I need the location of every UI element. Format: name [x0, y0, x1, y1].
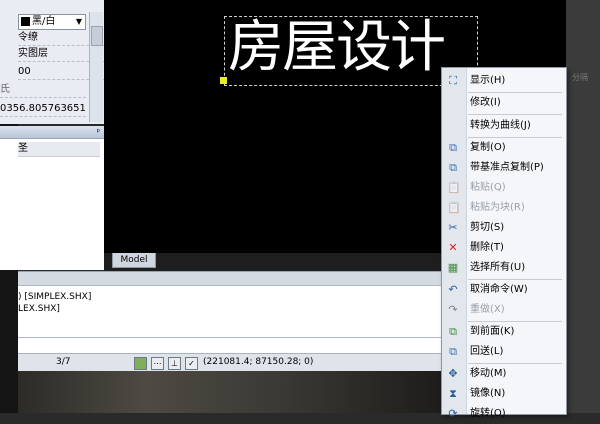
property-row[interactable]: 0356.805763651 [0, 101, 86, 117]
menu-item-label: 修改(I) [470, 97, 501, 108]
mirror-icon: ⧗ [449, 387, 457, 400]
layer-panel: 圣 [0, 139, 105, 270]
menu-item-mirror[interactable]: ⧗ 镜像(N) [442, 384, 566, 404]
redo-icon: ↷ [448, 303, 458, 316]
grip-handle[interactable] [220, 77, 227, 84]
menu-item-undo[interactable]: ↶ 取消命令(W) [442, 280, 566, 300]
menu-item-cut[interactable]: ✂ 剪切(S) [442, 218, 566, 238]
select-all-icon: ▦ [447, 261, 459, 274]
page-indicator: 3/7 [56, 357, 71, 367]
scrollbar-thumb[interactable] [91, 26, 103, 46]
context-menu: ⛶ 显示(H) 修改(I) 转换为曲线(J) ⧉ 复制(O) ⧉ 带基准点复制(… [441, 67, 567, 420]
property-value: 氏 [0, 84, 10, 95]
right-area-label: 分隔 [572, 73, 588, 82]
bring-front-icon: ⧉ [449, 325, 457, 338]
undo-icon: ↶ [448, 283, 458, 296]
menu-item-label: 镜像(N) [470, 388, 506, 399]
menu-item-rotate[interactable]: ⟳ 旋转(O) [442, 404, 566, 424]
selection-box [224, 16, 478, 86]
status-bar: 3/7 ⋯ ⊥ ✓ (221081.4; 87150.28; 0) [18, 353, 444, 372]
menu-item-label: 删除(T) [470, 242, 504, 253]
snap-icon[interactable] [134, 357, 147, 370]
property-value: 令缭 [18, 32, 38, 43]
menu-item-label: 重做(X) [470, 304, 505, 315]
property-value: 00 [18, 66, 31, 77]
send-back-icon: ⧉ [449, 345, 457, 358]
list-item[interactable]: 圣 [18, 142, 100, 157]
color-value: 黑/白 [32, 16, 56, 27]
menu-item-label: 选择所有(U) [470, 262, 526, 273]
chevron-down-icon: ▼ [75, 17, 83, 26]
menu-item-copy[interactable]: ⧉ 复制(O) [442, 138, 566, 158]
ortho-icon[interactable]: ⊥ [168, 357, 181, 370]
properties-scrollbar[interactable] [89, 12, 103, 122]
property-value: 0356.805763651 [0, 103, 86, 114]
osnap-icon[interactable]: ✓ [185, 357, 198, 370]
menu-item-modify[interactable]: 修改(I) [442, 93, 566, 113]
rotate-icon: ⟳ [448, 407, 458, 420]
right-dark-area [566, 0, 600, 413]
menu-item-select-all[interactable]: ▦ 选择所有(U) [442, 258, 566, 278]
move-icon: ✥ [448, 367, 458, 380]
menu-item-label: 粘贴(Q) [470, 182, 506, 193]
menu-separator [468, 114, 562, 115]
menu-item-label: 旋转(O) [470, 408, 506, 419]
scissors-icon: ✂ [448, 221, 458, 234]
paste-block-icon: 📋 [447, 201, 461, 214]
property-value: 实图层 [18, 48, 48, 59]
menu-item-label: 复制(O) [470, 142, 506, 153]
menu-item-convert-curve[interactable]: 转换为曲线(J) [442, 116, 566, 136]
color-swatch [21, 17, 30, 26]
menu-item-bring-front[interactable]: ⧉ 到前面(K) [442, 322, 566, 342]
menu-item-label: 剪切(S) [470, 222, 505, 233]
color-dropdown[interactable]: 黑/白 ▼ [18, 14, 86, 30]
command-header [18, 271, 444, 286]
list-item-label: 圣 [18, 143, 28, 154]
menu-item-redo[interactable]: ↷ 重做(X) [442, 300, 566, 320]
menu-item-paste-block[interactable]: 📋 粘贴为块(R) [442, 198, 566, 218]
menu-item-label: 到前面(K) [470, 326, 515, 337]
menu-item-label: 带基准点复制(P) [470, 162, 544, 173]
menu-item-label: 回送(L) [470, 346, 504, 357]
coordinate-readout: (221081.4; 87150.28; 0) [203, 357, 314, 367]
command-line: LEX.SHX] [18, 304, 60, 314]
tab-model[interactable]: Model [112, 253, 156, 268]
delete-icon: ✕ [448, 241, 458, 254]
menu-item-label: 移动(M) [470, 368, 507, 379]
paste-icon: 📋 [447, 181, 461, 194]
properties-panel: 黑/白 ▼ 令缭 实图层 00 氏 0356.805763651 [0, 0, 105, 124]
menu-item-label: 取消命令(W) [470, 284, 528, 295]
grid-icon[interactable]: ⋯ [151, 357, 164, 370]
menu-item-delete[interactable]: ✕ 删除(T) [442, 238, 566, 258]
property-row[interactable]: 氏 [0, 82, 86, 98]
menu-item-display[interactable]: ⛶ 显示(H) [442, 71, 566, 91]
display-icon: ⛶ [449, 74, 457, 87]
menu-item-paste[interactable]: 📋 粘贴(Q) [442, 178, 566, 198]
background-photo [18, 371, 444, 413]
menu-item-copy-base[interactable]: ⧉ 带基准点复制(P) [442, 158, 566, 178]
panel-header: ᵖ [0, 126, 104, 139]
pin-icon[interactable]: ᵖ [97, 126, 100, 138]
command-input[interactable] [18, 337, 444, 354]
copy-base-icon: ⧉ [449, 161, 457, 174]
command-history: ) [SIMPLEX.SHX] LEX.SHX] [18, 285, 444, 338]
menu-item-label: 转换为曲线(J) [470, 120, 531, 131]
menu-item-move[interactable]: ✥ 移动(M) [442, 364, 566, 384]
menu-item-send-back[interactable]: ⧉ 回送(L) [442, 342, 566, 362]
copy-icon: ⧉ [449, 141, 457, 154]
command-line: ) [SIMPLEX.SHX] [18, 292, 92, 302]
menu-item-label: 显示(H) [470, 75, 506, 86]
menu-item-label: 粘贴为块(R) [470, 202, 525, 213]
